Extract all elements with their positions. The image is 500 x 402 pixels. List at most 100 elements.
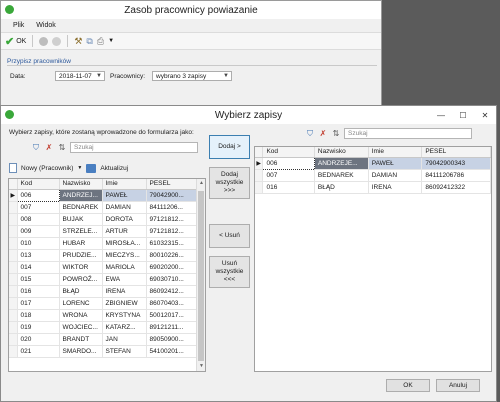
table-row[interactable]: 016 BŁĄD IRENA 86092412322 <box>255 181 491 194</box>
table-row[interactable]: 016 BŁĄD IRENA 86092412... <box>9 285 199 298</box>
col-header-imie[interactable]: Imie <box>102 179 147 190</box>
scroll-thumb[interactable] <box>198 191 204 361</box>
disabled-circle-icon[interactable] <box>39 36 49 46</box>
chevron-down-icon[interactable]: ▼ <box>77 165 82 171</box>
table-row[interactable]: 009 STRZELE... ARTUR 97121812... <box>9 225 199 238</box>
current-row-indicator-icon[interactable]: ▶ <box>255 157 264 170</box>
scroll-down-icon[interactable]: ▼ <box>197 362 205 371</box>
col-header-pesel[interactable]: PESEL <box>421 147 491 158</box>
row-indicator[interactable] <box>255 169 264 182</box>
filter-icon[interactable]: ⛉ <box>31 143 41 153</box>
row-indicator[interactable] <box>9 225 18 238</box>
ok-toolbar-label: OK <box>16 37 27 45</box>
chevron-down-icon[interactable]: ▼ <box>108 38 114 44</box>
table-row[interactable]: 017 LORENC ZBIGNIEW 86070403... <box>9 297 199 310</box>
clear-filter-icon[interactable]: ✗ <box>44 143 54 153</box>
row-indicator[interactable] <box>255 181 264 194</box>
cell-nazwisko: SMARDO... <box>59 345 103 358</box>
table-row[interactable]: 013 PRUDZIE... MIECZYS... 80010226... <box>9 249 199 262</box>
col-header-imie[interactable]: Imie <box>368 147 423 158</box>
app-icon <box>5 5 14 14</box>
table-row[interactable]: 007 BEDNAREK DAMIAN 84111206... <box>9 201 199 214</box>
table-row[interactable]: 007 BEDNAREK DAMIAN 84111206786 <box>255 169 491 182</box>
table-row[interactable]: 021 SMARDO... STEFAN 54100201... <box>9 345 199 358</box>
col-header-kod[interactable]: Kod <box>17 179 60 190</box>
clear-filter-icon[interactable]: ✗ <box>318 129 328 139</box>
row-indicator[interactable] <box>9 321 18 334</box>
print-icon[interactable]: ⎙ <box>97 36 104 47</box>
main-window-title: Zasob pracownicy powiazanie <box>124 4 258 16</box>
chevron-down-icon: ▼ <box>96 73 102 79</box>
ok-toolbar-button[interactable]: ✔ OK <box>5 35 26 48</box>
filter-icon[interactable]: ⛉ <box>305 129 315 139</box>
cell-pesel: 69020200... <box>146 261 199 274</box>
remove-button[interactable]: < Usuń <box>209 224 250 248</box>
cancel-button[interactable]: Anuluj <box>436 379 480 392</box>
row-indicator[interactable] <box>9 333 18 346</box>
table-row[interactable]: 014 WIKTOR MARIOLA 69020200... <box>9 261 199 274</box>
left-grid[interactable]: Kod Nazwisko Imie PESEL ▶ 006 ANDRZEJ... PA… <box>8 178 206 372</box>
right-table: Kod Nazwisko Imie PESEL ▶ 006 ANDRZEJE... P… <box>255 147 491 194</box>
table-row[interactable]: ▶ 006 ANDRZEJE... PAWEŁ 79042900343 <box>255 156 491 170</box>
row-indicator[interactable] <box>9 261 18 274</box>
right-grid[interactable]: Kod Nazwisko Imie PESEL ▶ 006 ANDRZEJE... P… <box>254 146 492 372</box>
table-row[interactable]: 008 BUJAK DOROTA 97121812... <box>9 213 199 226</box>
col-header-nazwisko[interactable]: Nazwisko <box>314 147 369 158</box>
copy-icon[interactable]: ⧉ <box>86 36 92 47</box>
row-indicator-header <box>9 179 18 190</box>
col-header-pesel[interactable]: PESEL <box>146 179 199 190</box>
current-row-indicator-icon[interactable]: ▶ <box>9 189 18 202</box>
employees-select[interactable]: wybrano 3 zapisy ▼ <box>152 71 232 81</box>
close-icon[interactable]: ✕ <box>474 106 496 124</box>
menu-widok[interactable]: Widok <box>36 22 55 29</box>
left-search-row: ⛉ ✗ ⇅ Szukaj <box>31 142 198 153</box>
row-indicator[interactable] <box>9 285 18 298</box>
tools-icon[interactable]: ⚒ <box>74 36 82 47</box>
row-indicator[interactable] <box>9 249 18 262</box>
cell-kod: 013 <box>17 249 60 262</box>
add-all-button[interactable]: Dodaj wszystkie >>> <box>209 167 250 199</box>
row-indicator[interactable] <box>9 297 18 310</box>
sort-icon[interactable]: ⇅ <box>331 129 341 139</box>
ok-button[interactable]: OK <box>386 379 430 392</box>
row-indicator[interactable] <box>9 309 18 322</box>
cell-nazwisko: WIKTOR <box>59 261 103 274</box>
cell-kod: 016 <box>262 181 315 194</box>
update-button[interactable]: Aktualizuj <box>100 165 128 172</box>
scroll-up-icon[interactable]: ▲ <box>197 179 205 188</box>
row-indicator[interactable] <box>9 273 18 286</box>
row-indicator[interactable] <box>9 237 18 250</box>
table-row[interactable]: ▶ 006 ANDRZEJ... PAWEŁ 79042900... <box>9 188 199 202</box>
cell-pesel: 97121812... <box>146 213 199 226</box>
row-indicator[interactable] <box>9 201 18 214</box>
col-header-kod[interactable]: Kod <box>262 147 315 158</box>
col-header-nazwisko[interactable]: Nazwisko <box>59 179 103 190</box>
table-row[interactable]: 018 WRONA KRYSTYNA 50012017... <box>9 309 199 322</box>
menu-plik[interactable]: Plik <box>13 22 24 29</box>
left-scrollbar[interactable]: ▲ ▼ <box>196 179 205 371</box>
cell-pesel: 84111206... <box>146 201 199 214</box>
maximize-icon[interactable]: ☐ <box>452 106 474 124</box>
left-search-input[interactable]: Szukaj <box>70 142 198 153</box>
cell-nazwisko: WOJCIEC... <box>59 321 103 334</box>
sort-icon[interactable]: ⇅ <box>57 143 67 153</box>
disabled-circle-icon-2[interactable] <box>52 36 62 46</box>
table-row[interactable]: 019 WOJCIEC... KATARZ... 89121211... <box>9 321 199 334</box>
new-employee-button[interactable]: Nowy (Pracownik) <box>21 165 73 172</box>
employees-value: wybrano 3 zapisy <box>156 73 207 80</box>
cell-nazwisko: BUJAK <box>59 213 103 226</box>
table-row[interactable]: 020 BRANDT JAN 89050900... <box>9 333 199 346</box>
remove-all-button[interactable]: Usuń wszystkie <<< <box>209 256 250 288</box>
right-search-input[interactable]: Szukaj <box>344 128 472 139</box>
cell-imie: ZBIGNIEW <box>102 297 147 310</box>
date-picker[interactable]: 2018-11-07 ▼ <box>55 71 105 81</box>
table-row[interactable]: 015 POWROŹ... EWA 69030710... <box>9 273 199 286</box>
table-row[interactable]: 010 HUBAR MIROSŁA... 61032315... <box>9 237 199 250</box>
main-titlebar: Zasob pracownicy powiazanie <box>1 1 381 19</box>
row-indicator[interactable] <box>9 345 18 358</box>
cell-pesel: 79042900... <box>146 189 199 202</box>
row-indicator[interactable] <box>9 213 18 226</box>
chevron-down-icon: ▼ <box>223 73 229 79</box>
add-button[interactable]: Dodaj > <box>209 135 250 159</box>
minimize-icon[interactable]: — <box>430 106 452 124</box>
